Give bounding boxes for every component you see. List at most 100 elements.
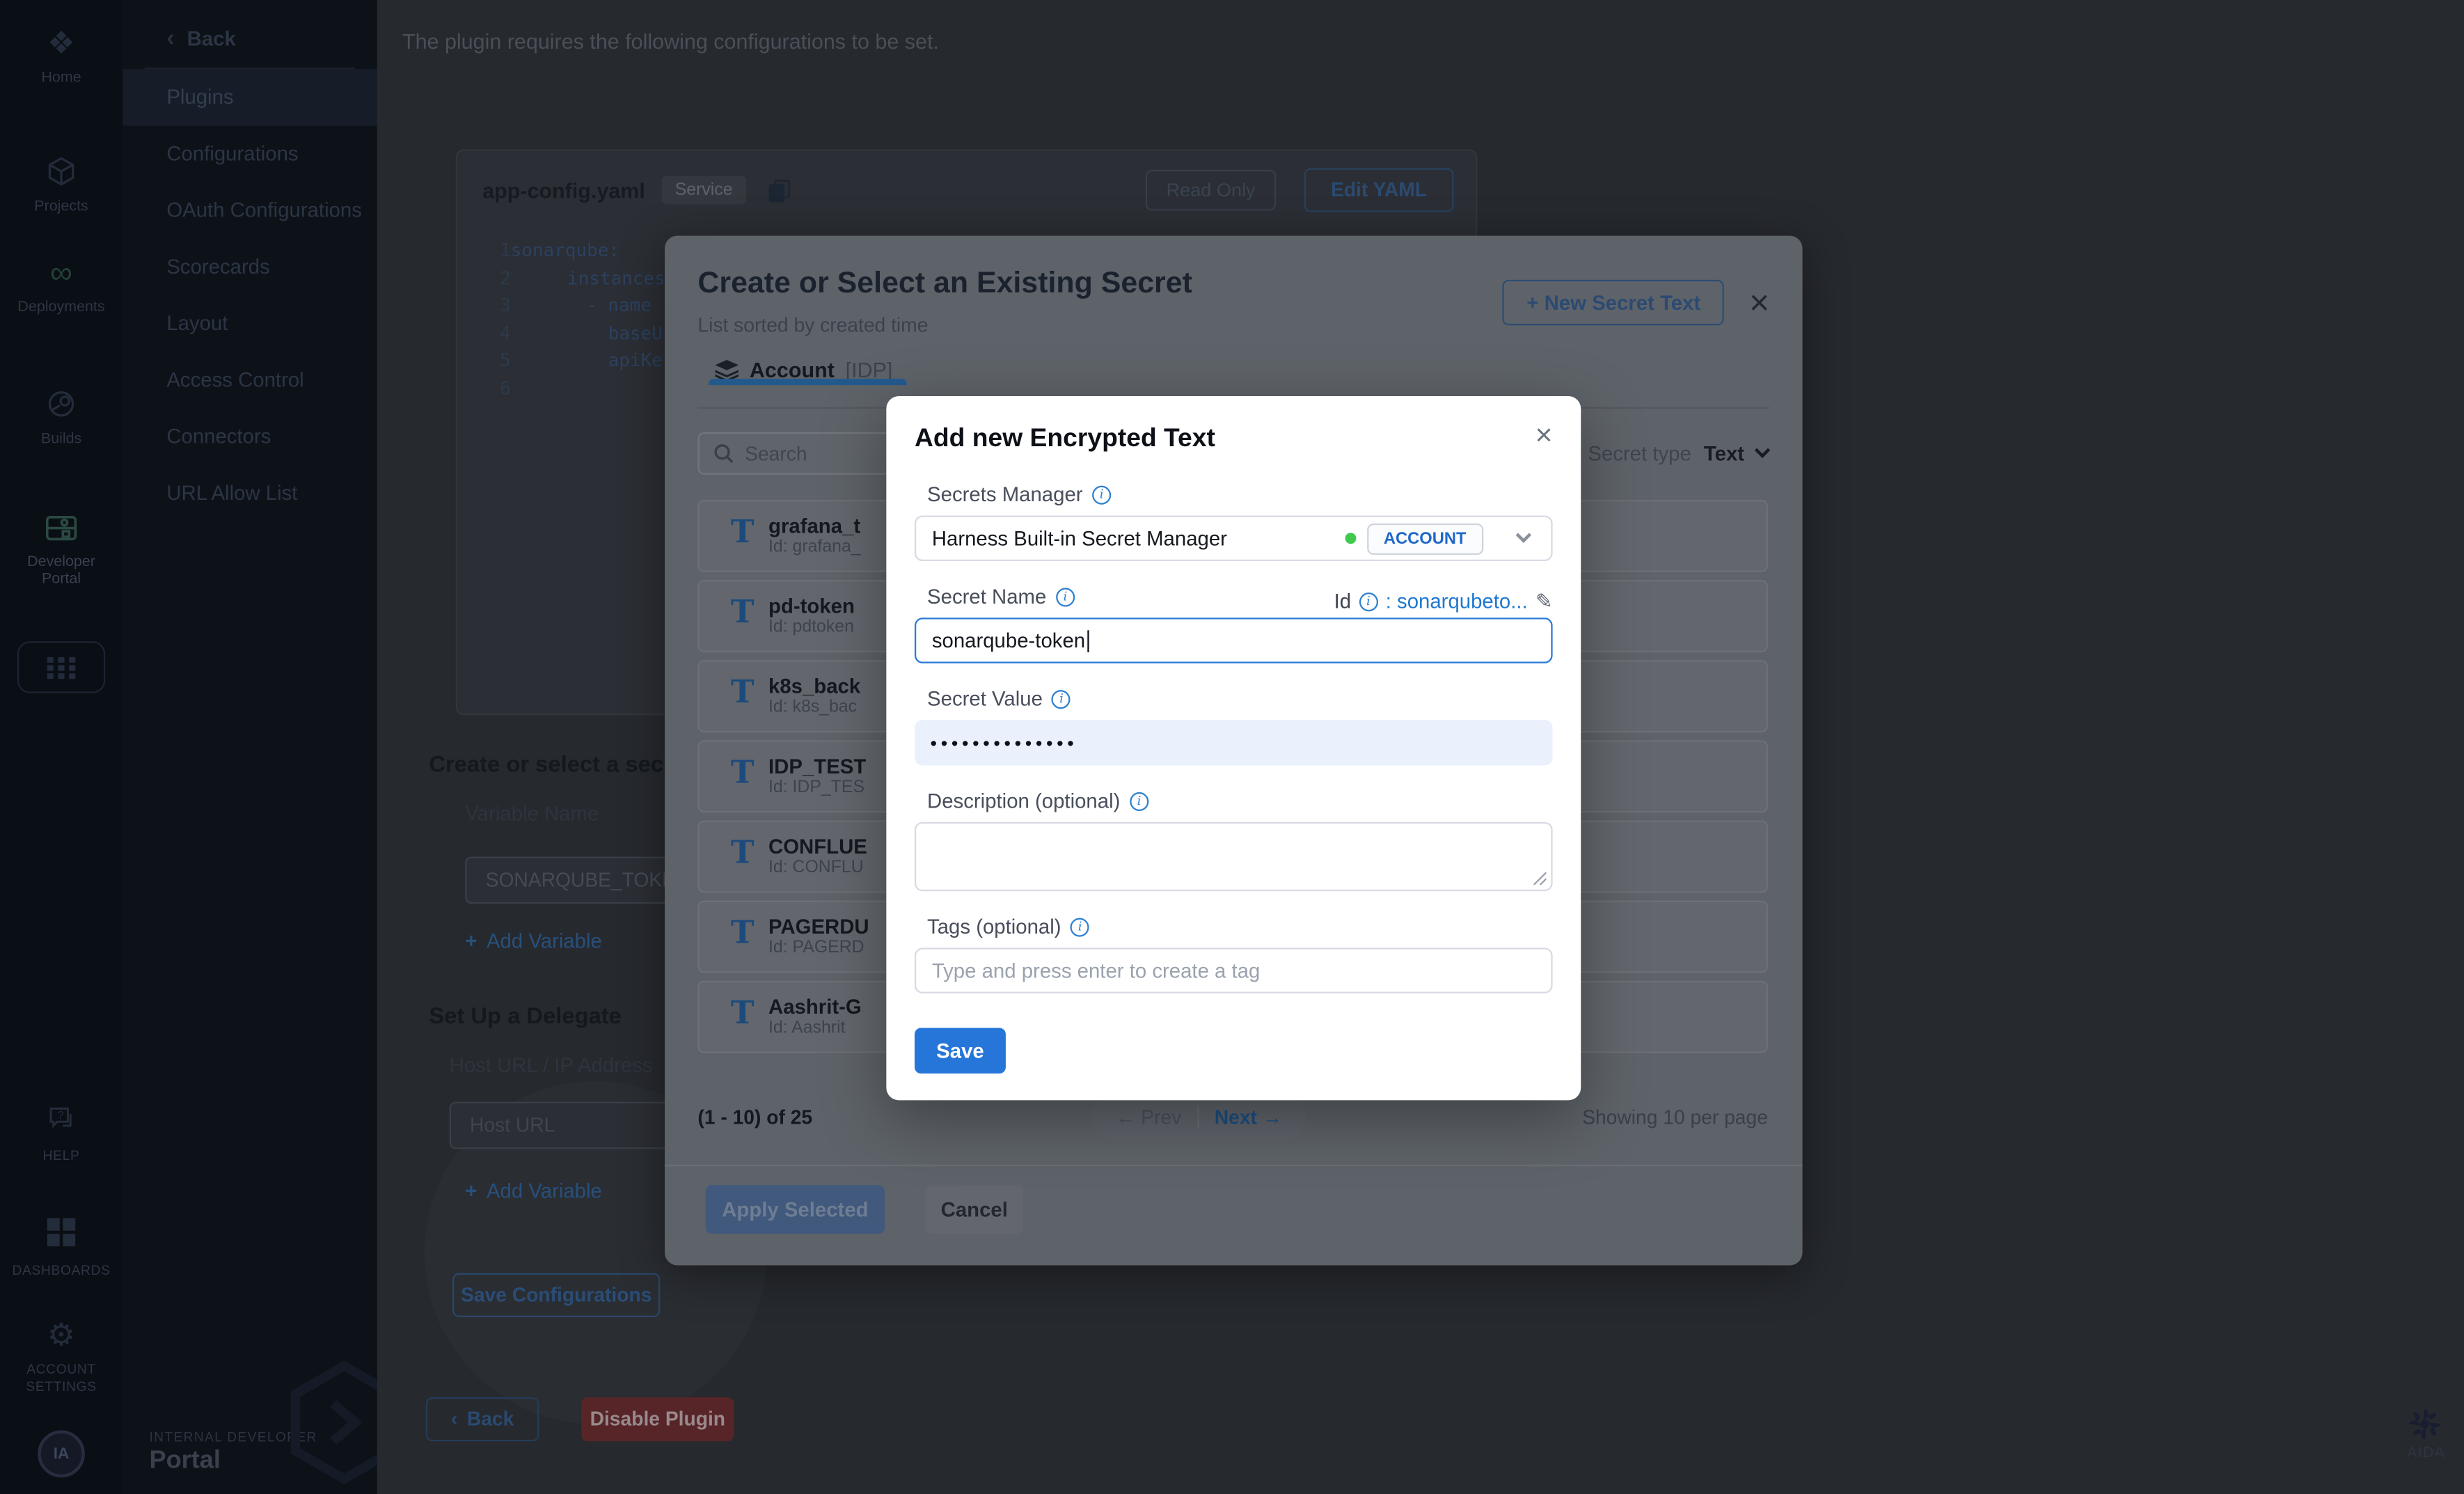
info-icon[interactable]: i xyxy=(1130,792,1148,810)
add-encrypted-text-dialog: Add new Encrypted Text × Secrets Manager… xyxy=(886,396,1581,1100)
sidebar-item-home[interactable]: ❖ Home xyxy=(0,25,123,86)
copy-icon[interactable] xyxy=(768,178,791,202)
plus-icon: + xyxy=(465,929,477,952)
aida-assistant-button[interactable]: AIDA xyxy=(2407,1407,2445,1462)
dialog-close-icon[interactable]: × xyxy=(1535,425,1553,450)
add-variable-link-2[interactable]: +Add Variable xyxy=(465,1179,602,1202)
yaml-filename: app-config.yaml xyxy=(482,178,645,202)
edit-pencil-icon[interactable]: ✎ xyxy=(1535,589,1553,614)
secrets-manager-select[interactable]: Harness Built-in Secret Manager ACCOUNT xyxy=(915,516,1553,561)
info-icon[interactable]: i xyxy=(1071,917,1089,936)
next-page-button[interactable]: Next → xyxy=(1199,1106,1297,1129)
code-line: sonarqube: xyxy=(511,237,619,265)
back-button[interactable]: ‹Back xyxy=(426,1397,539,1441)
modal-title: Create or Select an Existing Secret xyxy=(697,267,1192,302)
tags-input-wrap xyxy=(915,947,1553,993)
prev-page-button[interactable]: ← Prev xyxy=(1100,1106,1199,1129)
edit-yaml-button[interactable]: Edit YAML xyxy=(1304,168,1454,212)
pagination-range: (1 - 10) of 25 xyxy=(697,1106,812,1129)
home-icon: ❖ xyxy=(0,25,123,63)
menu-item-access-control[interactable]: Access Control xyxy=(123,352,377,409)
pagination-pill: ← Prev Next → xyxy=(1092,1094,1306,1141)
info-icon[interactable]: i xyxy=(1092,485,1111,504)
secret-type-dropdown[interactable]: Secret type Text xyxy=(1588,441,1768,465)
text-secret-icon: T xyxy=(731,833,755,871)
info-icon[interactable]: i xyxy=(1359,592,1377,611)
sidebar-item-dashboards[interactable]: DASHBOARDS xyxy=(0,1218,123,1280)
layers-icon xyxy=(715,359,739,382)
aida-pinwheel-icon xyxy=(2407,1407,2445,1442)
save-button[interactable]: Save xyxy=(915,1028,1006,1074)
module-grid-button[interactable] xyxy=(17,641,105,693)
search-icon xyxy=(713,443,734,464)
sidebar-item-deployments[interactable]: ∞ Deployments xyxy=(0,255,123,316)
chevron-down-icon xyxy=(1516,528,1531,543)
text-caret xyxy=(1087,629,1089,652)
deployments-icon: ∞ xyxy=(0,255,123,292)
secrets-manager-label: Secrets Manager i xyxy=(927,482,1553,506)
apply-selected-button[interactable]: Apply Selected xyxy=(706,1185,885,1234)
menu-item-plugins[interactable]: Plugins xyxy=(123,69,377,125)
description-label: Description (optional) i xyxy=(927,789,1553,812)
secret-section-title: Create or select a secret xyxy=(429,753,693,778)
dialog-title: Add new Encrypted Text xyxy=(915,425,1215,455)
nav-rail: ❖ Home Projects ∞ Deployments Builds Dev… xyxy=(0,0,123,1494)
cancel-button[interactable]: Cancel xyxy=(926,1185,1023,1234)
plus-icon: + xyxy=(465,1179,477,1202)
new-secret-text-button[interactable]: + New Secret Text xyxy=(1503,280,1724,325)
modal-subtitle: List sorted by created time xyxy=(697,315,1192,337)
sidebar-item-builds[interactable]: Builds xyxy=(0,386,123,448)
text-secret-icon: T xyxy=(731,753,755,790)
add-variable-link[interactable]: +Add Variable xyxy=(465,929,602,952)
menu-item-connectors[interactable]: Connectors xyxy=(123,409,377,465)
tags-input[interactable] xyxy=(932,959,1535,982)
text-secret-icon: T xyxy=(731,913,755,951)
builds-icon xyxy=(0,386,123,424)
sidebar-item-projects[interactable]: Projects xyxy=(0,154,123,215)
tab-account-idp[interactable]: Account [IDP] xyxy=(715,359,892,382)
save-configurations-button[interactable]: Save Configurations xyxy=(452,1273,660,1317)
app-window: ❖ Home Projects ∞ Deployments Builds Dev… xyxy=(0,0,2464,1494)
projects-icon xyxy=(0,154,123,191)
text-secret-icon: T xyxy=(731,512,755,550)
user-avatar[interactable]: IA xyxy=(38,1431,85,1478)
host-url-label: Host URL / IP Address xyxy=(450,1053,653,1077)
info-icon[interactable]: i xyxy=(1052,689,1071,708)
description-textarea[interactable] xyxy=(915,822,1553,891)
service-badge: Service xyxy=(661,176,746,205)
page-intro-text: The plugin requires the following config… xyxy=(402,30,939,54)
chevron-left-icon: ‹ xyxy=(166,25,174,52)
resize-handle-icon[interactable] xyxy=(1534,872,1547,885)
settings-menu: ‹ Back Plugins Configurations OAuth Conf… xyxy=(123,0,377,1494)
code-line: instances xyxy=(567,265,665,292)
secret-name-input[interactable]: sonarqube-token xyxy=(915,618,1553,663)
chevron-left-icon: ‹ xyxy=(451,1408,457,1431)
secret-value-input[interactable]: •••••••••••••• xyxy=(915,720,1553,765)
svg-text:?: ? xyxy=(57,1108,63,1122)
idp-hexagon-logo xyxy=(286,1360,377,1486)
modal-close-icon[interactable]: × xyxy=(1749,288,1769,317)
menu-item-oauth-configurations[interactable]: OAuth Configurations xyxy=(123,182,377,239)
menu-item-scorecards[interactable]: Scorecards xyxy=(123,239,377,295)
menu-item-configurations[interactable]: Configurations xyxy=(123,126,377,182)
secret-id-link[interactable]: : sonarqubeto... xyxy=(1386,590,1528,613)
sidebar-item-developer-portal[interactable]: Developer Portal xyxy=(0,509,123,588)
text-secret-icon: T xyxy=(731,592,755,630)
code-line: - name xyxy=(586,292,651,320)
text-secret-icon: T xyxy=(731,993,755,1031)
delegate-section-title: Set Up a Delegate xyxy=(429,1005,622,1030)
secret-name-label: Secret Name i xyxy=(927,585,1075,608)
grid-icon xyxy=(47,656,76,679)
read-only-chip: Read Only xyxy=(1146,170,1276,211)
info-icon[interactable]: i xyxy=(1056,587,1075,606)
secret-value-label: Secret Value i xyxy=(927,687,1553,711)
sidebar-item-help[interactable]: ? HELP xyxy=(0,1103,123,1165)
sidebar-item-account-settings[interactable]: ⚙ ACCOUNT SETTINGS xyxy=(0,1317,123,1396)
code-line: baseU xyxy=(608,320,663,347)
menu-item-layout[interactable]: Layout xyxy=(123,295,377,352)
disable-plugin-button[interactable]: Disable Plugin xyxy=(581,1397,734,1441)
menu-back-button[interactable]: ‹ Back xyxy=(123,0,377,68)
chevron-down-icon xyxy=(1755,443,1770,458)
variable-name-label: Variable Name xyxy=(465,801,599,825)
menu-item-url-allow-list[interactable]: URL Allow List xyxy=(123,465,377,521)
